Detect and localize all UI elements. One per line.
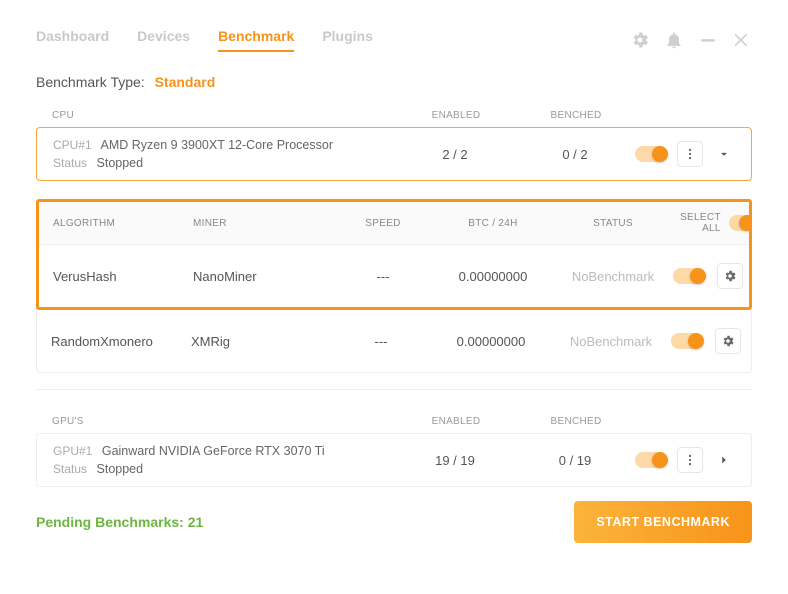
algo-settings-button[interactable] bbox=[717, 263, 743, 289]
cpu-header-label: CPU bbox=[52, 110, 396, 121]
gpu-toggle[interactable] bbox=[635, 452, 667, 468]
cpu-header-enabled: ENABLED bbox=[396, 110, 516, 121]
minimize-icon[interactable] bbox=[698, 30, 718, 50]
gpu-header-enabled: ENABLED bbox=[396, 416, 516, 427]
select-all-toggle[interactable] bbox=[729, 215, 752, 231]
algo-row-randomx: RandomXmonero XMRig --- 0.00000000 NoBen… bbox=[36, 310, 752, 373]
algo-btc24: 0.00000000 bbox=[431, 334, 551, 349]
gpu-name: Gainward NVIDIA GeForce RTX 3070 Ti bbox=[102, 444, 325, 458]
cpu-device-card: CPU#1 AMD Ryzen 9 3900XT 12-Core Process… bbox=[36, 127, 752, 181]
algorithm-highlight-block: ALGORITHM MINER SPEED BTC / 24H STATUS S… bbox=[36, 199, 752, 310]
cpu-toggle[interactable] bbox=[635, 146, 667, 162]
algo-header-miner: MINER bbox=[193, 218, 333, 229]
algo-header-selectall: SELECT ALL bbox=[673, 212, 721, 234]
algo-speed: --- bbox=[333, 269, 433, 284]
section-divider bbox=[36, 389, 752, 390]
gpu-header-label: GPU'S bbox=[52, 416, 396, 427]
cpu-name: AMD Ryzen 9 3900XT 12-Core Processor bbox=[100, 138, 333, 152]
cpu-status-value: Stopped bbox=[97, 156, 144, 170]
algo-toggle[interactable] bbox=[671, 333, 703, 349]
algo-speed: --- bbox=[331, 334, 431, 349]
gpu-status-label: Status bbox=[53, 462, 87, 476]
algo-header-speed: SPEED bbox=[333, 218, 433, 229]
cpu-id: CPU#1 bbox=[53, 138, 92, 152]
algo-miner: XMRig bbox=[191, 334, 331, 349]
algo-btc24: 0.00000000 bbox=[433, 269, 553, 284]
tab-benchmark[interactable]: Benchmark bbox=[218, 28, 294, 52]
algo-status: NoBenchmark bbox=[553, 269, 673, 284]
cpu-more-button[interactable] bbox=[677, 141, 703, 167]
algo-header-btc24: BTC / 24H bbox=[433, 218, 553, 229]
gpu-status-value: Stopped bbox=[97, 462, 144, 476]
gpu-more-button[interactable] bbox=[677, 447, 703, 473]
algo-toggle[interactable] bbox=[673, 268, 705, 284]
gpu-expand-icon[interactable] bbox=[713, 453, 735, 467]
algo-row-verushash: VerusHash NanoMiner --- 0.00000000 NoBen… bbox=[39, 244, 749, 307]
cpu-benched: 0 / 2 bbox=[515, 147, 635, 162]
bell-icon[interactable] bbox=[664, 30, 684, 50]
tab-devices[interactable]: Devices bbox=[137, 28, 190, 52]
algo-name: VerusHash bbox=[53, 269, 193, 284]
benchmark-type-label: Benchmark Type: bbox=[36, 74, 145, 90]
tab-plugins[interactable]: Plugins bbox=[322, 28, 373, 52]
algo-name: RandomXmonero bbox=[51, 334, 191, 349]
cpu-header-benched: BENCHED bbox=[516, 110, 636, 121]
gpu-enabled: 19 / 19 bbox=[395, 453, 515, 468]
tab-dashboard[interactable]: Dashboard bbox=[36, 28, 109, 52]
benchmark-type-value[interactable]: Standard bbox=[155, 74, 216, 90]
nav-tabs: Dashboard Devices Benchmark Plugins bbox=[36, 28, 373, 52]
cpu-expand-icon[interactable] bbox=[713, 147, 735, 161]
pending-benchmarks: Pending Benchmarks: 21 bbox=[36, 514, 203, 530]
gpu-header-benched: BENCHED bbox=[516, 416, 636, 427]
gear-icon[interactable] bbox=[630, 30, 650, 50]
algo-miner: NanoMiner bbox=[193, 269, 333, 284]
cpu-enabled: 2 / 2 bbox=[395, 147, 515, 162]
gpu-device-card: GPU#1 Gainward NVIDIA GeForce RTX 3070 T… bbox=[36, 433, 752, 487]
start-benchmark-button[interactable]: START BENCHMARK bbox=[574, 501, 752, 543]
gpu-id: GPU#1 bbox=[53, 444, 92, 458]
close-icon[interactable] bbox=[732, 30, 752, 50]
algo-header-status: STATUS bbox=[553, 218, 673, 229]
algo-status: NoBenchmark bbox=[551, 334, 671, 349]
algo-header-algorithm: ALGORITHM bbox=[53, 218, 193, 229]
gpu-benched: 0 / 19 bbox=[515, 453, 635, 468]
algo-settings-button[interactable] bbox=[715, 328, 741, 354]
cpu-status-label: Status bbox=[53, 156, 87, 170]
